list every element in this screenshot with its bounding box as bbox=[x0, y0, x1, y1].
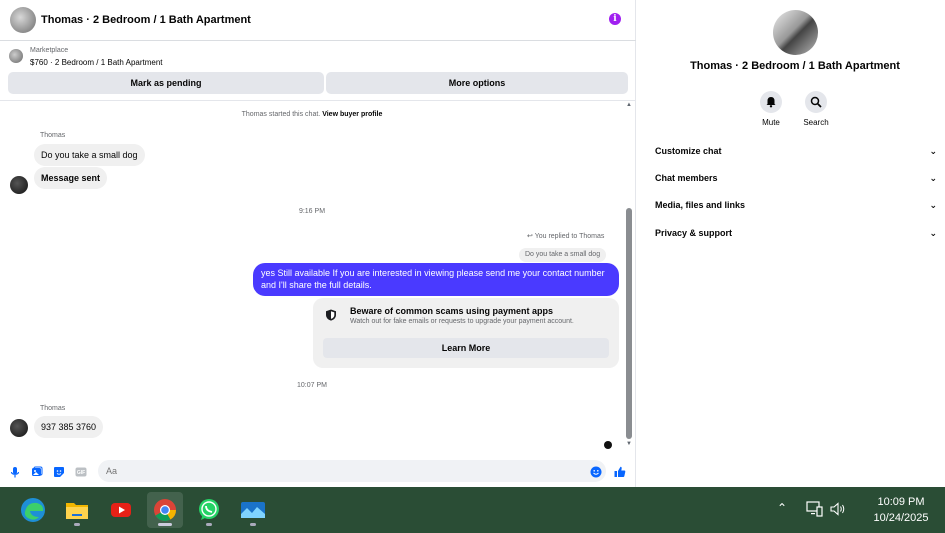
whatsapp-icon[interactable] bbox=[191, 492, 227, 528]
edge-icon[interactable] bbox=[15, 492, 51, 528]
sender-avatar[interactable] bbox=[10, 176, 28, 194]
learn-more-button[interactable]: Learn More bbox=[323, 338, 609, 358]
section-chat-members[interactable]: Chat members ⌄ bbox=[655, 168, 937, 188]
section-label: Customize chat bbox=[655, 146, 722, 156]
youtube-logo bbox=[111, 503, 131, 517]
listing-thumbnail[interactable] bbox=[9, 49, 23, 63]
scroll-up-icon[interactable]: ▲ bbox=[626, 102, 632, 108]
search-button[interactable] bbox=[805, 91, 827, 113]
section-label: Privacy & support bbox=[655, 228, 733, 238]
scrollbar[interactable]: ▲ ▼ bbox=[624, 101, 634, 449]
chat-title[interactable]: Thomas · 2 Bedroom / 1 Bath Apartment bbox=[41, 14, 251, 26]
timestamp: 10:07 PM bbox=[297, 382, 327, 389]
incoming-message[interactable]: 937 385 3760 bbox=[34, 416, 104, 438]
chat-info-panel: Thomas · 2 Bedroom / 1 Bath Apartment Mu… bbox=[645, 0, 945, 487]
section-label: Chat members bbox=[655, 173, 718, 183]
section-customize-chat[interactable]: Customize chat ⌄ bbox=[655, 141, 937, 161]
running-indicator bbox=[206, 523, 212, 526]
mark-pending-button[interactable]: Mark as pending bbox=[8, 72, 324, 94]
bell-icon bbox=[766, 97, 776, 108]
quoted-message[interactable]: Do you take a small dog bbox=[519, 248, 607, 262]
incoming-message[interactable]: Do you take a small dog bbox=[34, 144, 145, 166]
chat-panel: Thomas · 2 Bedroom / 1 Bath Apartment i … bbox=[0, 0, 636, 487]
gif-icon[interactable]: GIF bbox=[75, 466, 87, 478]
reply-label: You replied to Thomas bbox=[534, 233, 605, 240]
like-icon[interactable] bbox=[614, 466, 626, 478]
chevron-down-icon: ⌄ bbox=[929, 228, 937, 238]
system-clock[interactable]: 10:09 PM 10/24/2025 bbox=[856, 494, 945, 526]
contact-avatar-large[interactable] bbox=[773, 10, 818, 55]
svg-text:GIF: GIF bbox=[77, 470, 85, 476]
scrollbar-thumb[interactable] bbox=[626, 208, 632, 439]
sender-name: Thomas bbox=[40, 132, 66, 139]
scam-warning-title: Beware of common scams using payment app… bbox=[350, 306, 554, 316]
more-options-button[interactable]: More options bbox=[326, 72, 628, 94]
view-buyer-profile-link[interactable]: View buyer profile bbox=[322, 111, 382, 118]
volume-icon[interactable] bbox=[830, 502, 846, 516]
section-privacy-support[interactable]: Privacy & support ⌄ bbox=[655, 223, 937, 243]
info-icon[interactable]: i bbox=[609, 13, 621, 25]
listing-title[interactable]: $760 · 2 Bedroom / 1 Bath Apartment bbox=[30, 58, 163, 67]
edge-logo bbox=[21, 498, 45, 522]
chevron-down-icon: ⌄ bbox=[929, 200, 937, 210]
mute-button[interactable] bbox=[760, 91, 782, 113]
show-hidden-icons-icon[interactable]: ⌃ bbox=[777, 501, 787, 515]
scam-warning-card: Beware of common scams using payment app… bbox=[313, 298, 619, 368]
chrome-icon[interactable] bbox=[147, 492, 183, 528]
running-indicator bbox=[250, 523, 256, 526]
message-input[interactable] bbox=[98, 460, 606, 482]
search-label: Search bbox=[803, 118, 829, 127]
running-indicator bbox=[74, 523, 80, 526]
emoji-icon[interactable] bbox=[590, 466, 602, 478]
chat-started-notice: Thomas started this chat. View buyer pro… bbox=[0, 111, 624, 118]
contact-name: Thomas · 2 Bedroom / 1 Bath Apartment bbox=[690, 60, 900, 72]
sticker-icon[interactable] bbox=[53, 466, 65, 478]
incoming-message[interactable]: Message sent bbox=[34, 167, 108, 189]
sender-name: Thomas bbox=[40, 405, 66, 412]
scam-warning-subtitle: Watch out for fake emails or requests to… bbox=[350, 318, 574, 325]
chevron-down-icon: ⌄ bbox=[929, 173, 937, 183]
composer: GIF bbox=[0, 457, 636, 487]
clock-time: 10:09 PM bbox=[877, 496, 925, 508]
photos-icon[interactable] bbox=[235, 492, 271, 528]
taskbar: ⌃ 10:09 PM 10/24/2025 bbox=[0, 487, 945, 533]
message-area: Thomas started this chat. View buyer pro… bbox=[0, 101, 624, 457]
seen-indicator bbox=[604, 441, 612, 449]
marketplace-label: Marketplace bbox=[30, 47, 69, 54]
sender-avatar[interactable] bbox=[10, 419, 28, 437]
contact-avatar[interactable] bbox=[10, 7, 36, 33]
reply-indicator: ↩ You replied to Thomas bbox=[527, 232, 604, 240]
mute-label: Mute bbox=[762, 118, 780, 127]
search-action[interactable]: Search bbox=[796, 91, 836, 127]
chat-started-text: Thomas started this chat. bbox=[241, 111, 321, 118]
file-explorer-icon[interactable] bbox=[59, 492, 95, 528]
section-media-files-links[interactable]: Media, files and links ⌄ bbox=[655, 195, 937, 215]
marketplace-bar: Marketplace $760 · 2 Bedroom / 1 Bath Ap… bbox=[0, 41, 636, 101]
shield-icon bbox=[326, 309, 336, 321]
scroll-down-icon[interactable]: ▼ bbox=[626, 441, 632, 447]
chat-header: Thomas · 2 Bedroom / 1 Bath Apartment i bbox=[0, 0, 636, 41]
chevron-down-icon: ⌄ bbox=[929, 146, 937, 156]
active-indicator bbox=[158, 523, 172, 526]
timestamp: 9:16 PM bbox=[298, 208, 326, 215]
youtube-icon[interactable] bbox=[103, 492, 139, 528]
outgoing-message[interactable]: yes Still available If you are intereste… bbox=[253, 263, 619, 296]
section-label: Media, files and links bbox=[655, 200, 746, 210]
microphone-icon[interactable] bbox=[9, 466, 21, 478]
network-icon[interactable] bbox=[806, 501, 824, 517]
photo-icon[interactable] bbox=[31, 466, 43, 478]
clock-date: 10/24/2025 bbox=[873, 512, 929, 524]
reply-arrow-icon: ↩ bbox=[527, 233, 533, 240]
search-icon bbox=[810, 96, 822, 108]
mute-action[interactable]: Mute bbox=[751, 91, 791, 127]
